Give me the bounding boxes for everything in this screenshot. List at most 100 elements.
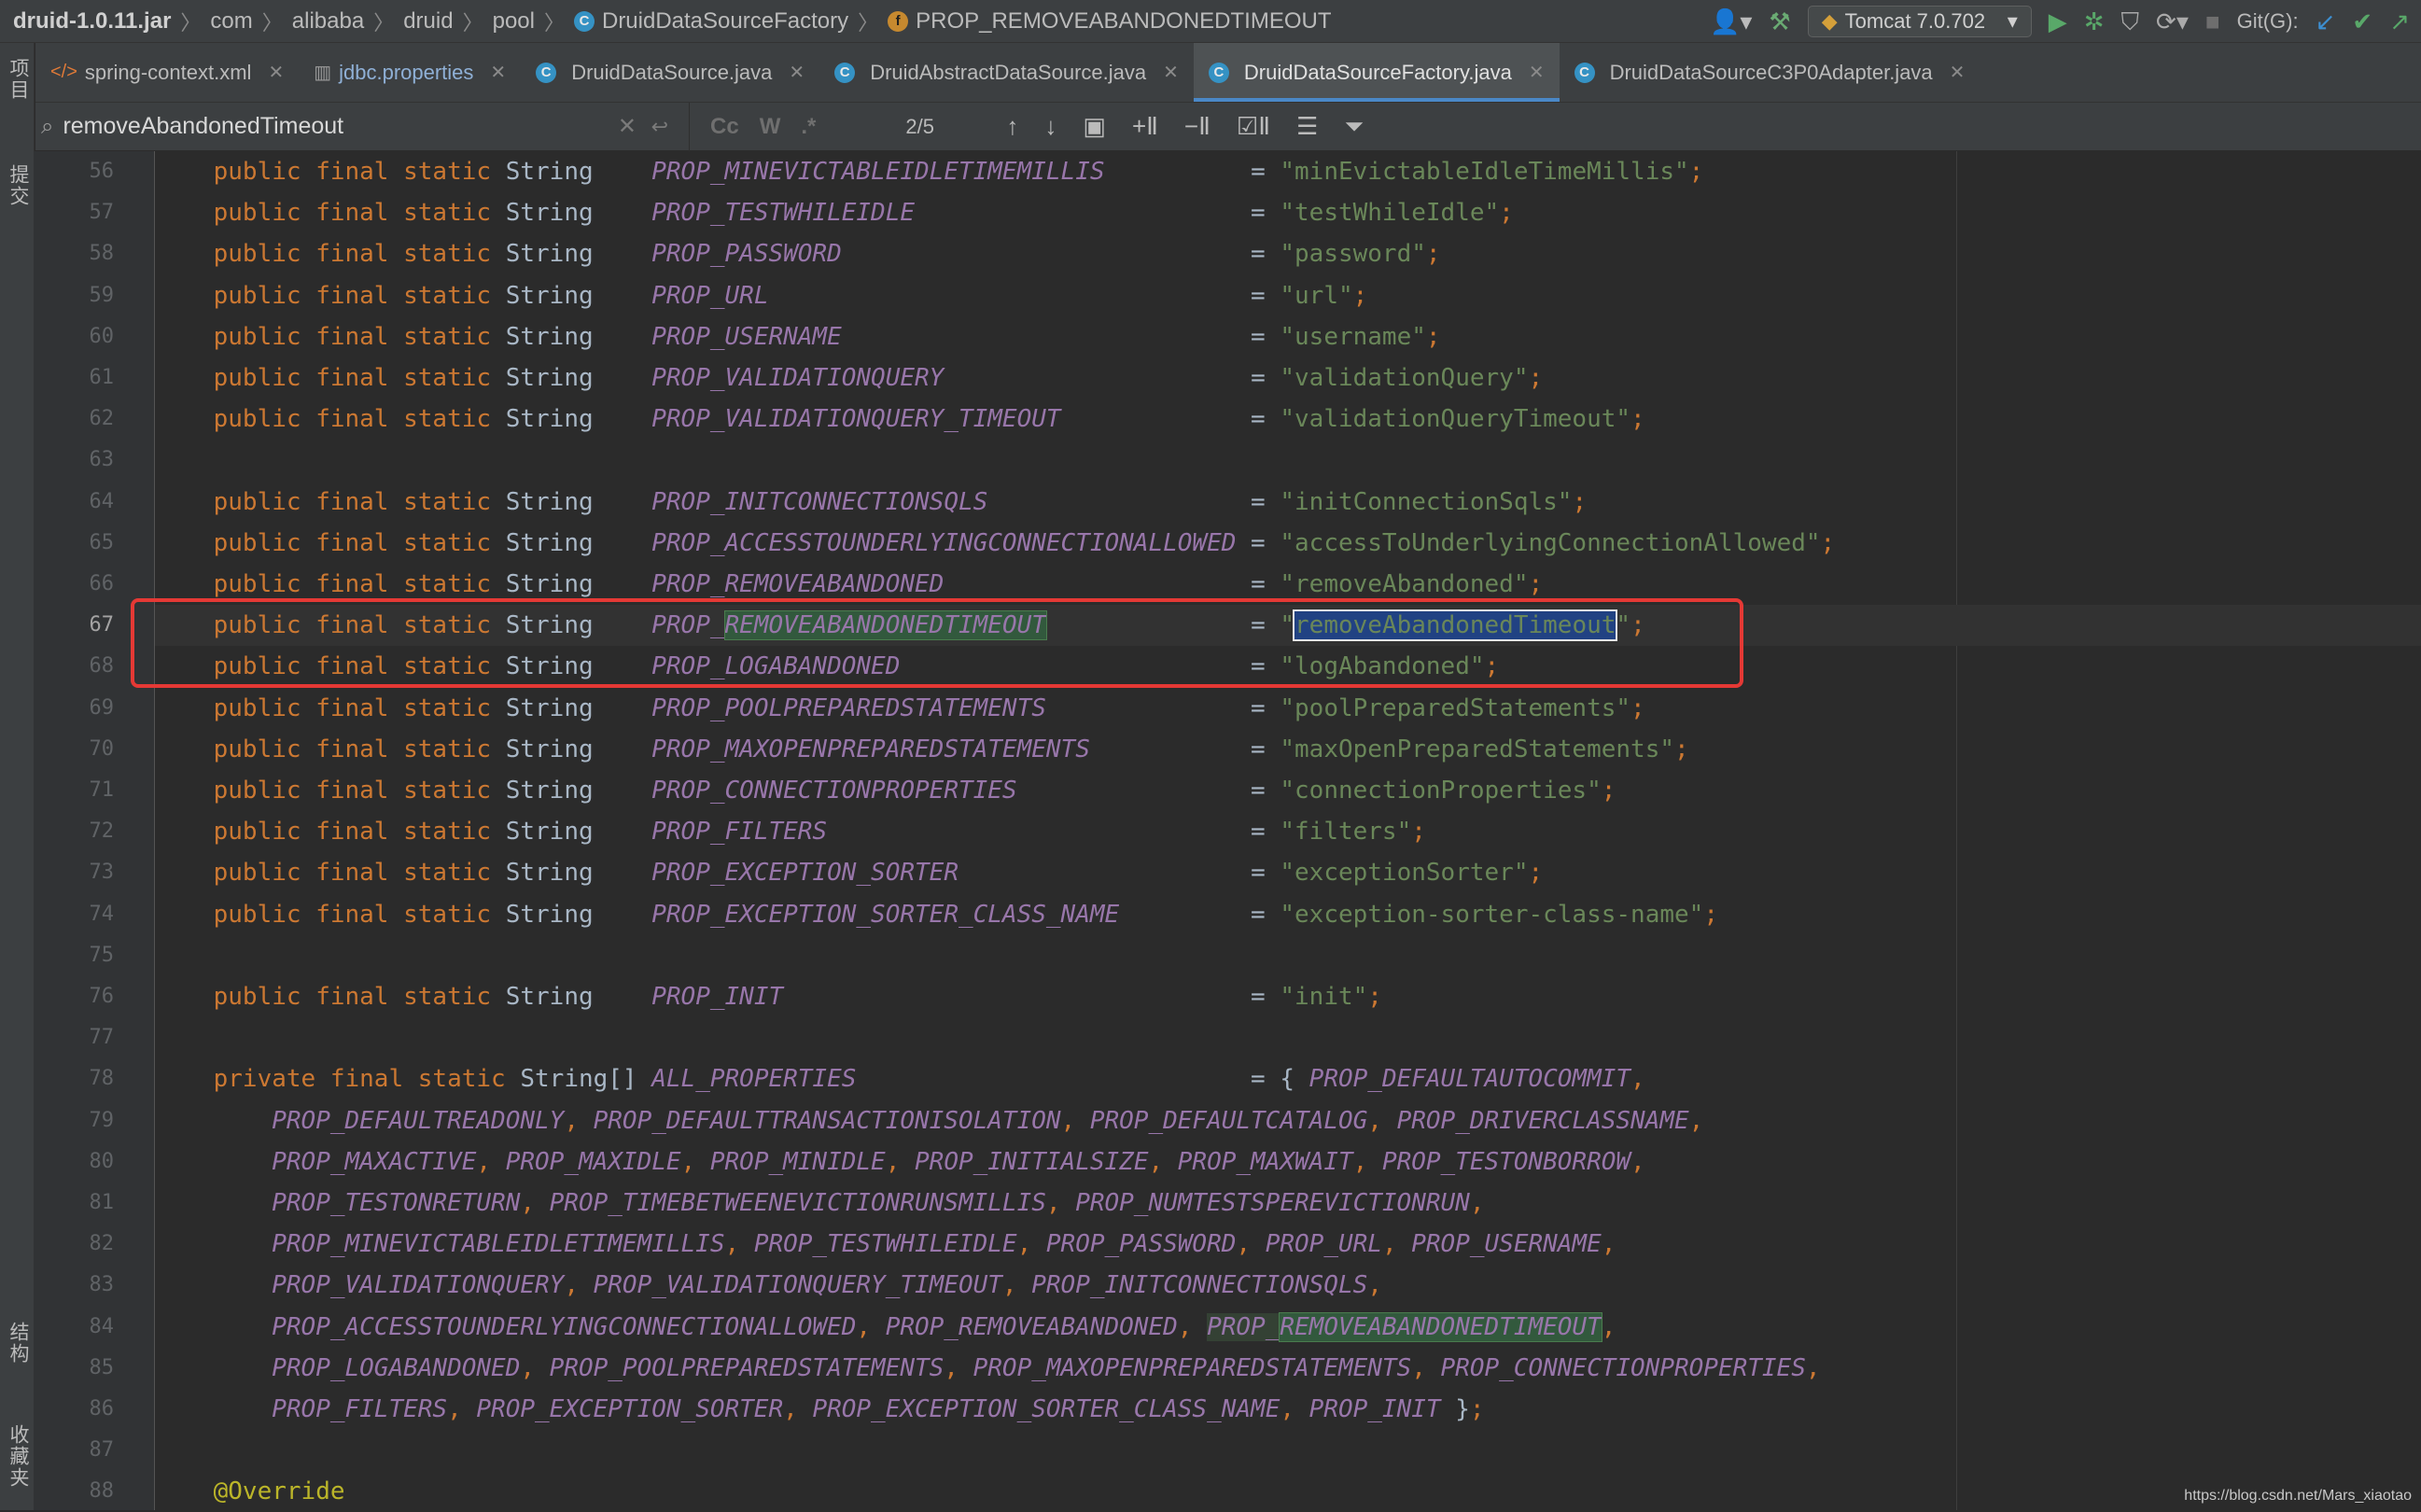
code-line[interactable]: public final static String PROP_URL = "u… (155, 275, 2421, 316)
close-icon[interactable]: ✕ (268, 61, 284, 84)
favorites-tool-label: 收藏夹 (7, 1424, 29, 1489)
build-hammer-icon[interactable]: ⚒ (1769, 0, 1790, 42)
code-line[interactable]: public final static String PROP_VALIDATI… (155, 357, 2421, 399)
chevron-down-icon: ▾ (2007, 9, 2018, 33)
code-line[interactable]: public final static String PROP_REMOVEAB… (155, 564, 2421, 605)
left-tool-strip: 项目 提交 结构 收藏夹 (0, 43, 35, 1510)
project-tool-label: 项目 (7, 58, 29, 101)
tab-jdbc-properties[interactable]: ▥ jdbc.properties ✕ (299, 43, 521, 102)
git-update-icon[interactable]: ↙ (2316, 0, 2336, 42)
line-number: 74 (89, 902, 115, 926)
project-tool-button[interactable]: 项目 (4, 58, 32, 101)
close-icon[interactable]: ✕ (789, 61, 805, 84)
close-icon[interactable]: ✕ (1529, 61, 1545, 84)
code-line[interactable]: public final static String PROP_TESTWHIL… (155, 192, 2421, 233)
code-line[interactable]: PROP_LOGABANDONED, PROP_POOLPREPAREDSTAT… (155, 1348, 2421, 1389)
line-number: 68 (89, 654, 115, 679)
whole-words-toggle[interactable]: W (760, 114, 781, 140)
code-line[interactable]: public final static String PROP_MAXOPENP… (155, 729, 2421, 770)
close-icon[interactable]: ✕ (490, 61, 506, 84)
history-icon[interactable]: ↩ (651, 115, 668, 139)
breadcrumb-com[interactable]: com (210, 8, 252, 35)
search-query[interactable]: removeAbandonedTimeout (63, 113, 343, 140)
stop-icon[interactable]: ■ (2205, 0, 2220, 42)
breadcrumb-pool[interactable]: pool (493, 8, 535, 35)
commit-tool-button[interactable]: 提交 (4, 164, 32, 207)
breadcrumb-field[interactable]: PROP_REMOVEABANDONEDTIMEOUT (916, 8, 1331, 35)
line-number-gutter: 56 57 58 59 60 61 62 63 64 65 66 67 68 69 70 71 72 73 74 75… (34, 151, 155, 1510)
previous-occurrence-icon[interactable]: ↑ (1006, 112, 1018, 141)
user-icon[interactable]: 👤▾ (1710, 0, 1752, 42)
code-line[interactable] (155, 935, 2421, 976)
breadcrumb-jar[interactable]: druid-1.0.11.jar (13, 8, 171, 35)
profile-icon[interactable]: ⟳▾ (2156, 0, 2189, 42)
line-number: 85 (89, 1355, 115, 1379)
code-line[interactable]: public final static String PROP_LOGABAND… (155, 646, 2421, 687)
run-icon[interactable]: ▶ (2049, 0, 2067, 42)
breadcrumb-druid[interactable]: druid (403, 8, 453, 35)
toolbar-right: 👤▾ ⚒ ◆ Tomcat 7.0.702 ▾ ▶ ✲ ⛉ ⟳▾ ■ Git(G… (1710, 0, 2421, 42)
code-line[interactable]: public final static String PROP_USERNAME… (155, 316, 2421, 357)
open-in-window-icon[interactable]: ☰ (1296, 112, 1318, 141)
close-icon[interactable]: ✕ (1950, 61, 1966, 84)
line-number: 87 (89, 1438, 115, 1463)
breadcrumb-alibaba[interactable]: alibaba (292, 8, 364, 35)
class-icon: C (1208, 62, 1229, 83)
code-line[interactable]: public final static String PROP_ACCESSTO… (155, 523, 2421, 564)
code-line[interactable]: public final static String PROP_POOLPREP… (155, 688, 2421, 729)
class-icon: C (834, 62, 856, 83)
code-line[interactable] (155, 1017, 2421, 1058)
editor-tabs: </> spring-context.xml ✕ ▥ jdbc.properti… (35, 43, 2421, 103)
code-line[interactable]: public final static String PROP_FILTERS … (155, 811, 2421, 852)
code-line[interactable]: PROP_MINEVICTABLEIDLETIMEMILLIS, PROP_TE… (155, 1224, 2421, 1265)
code-editor[interactable]: public final static String PROP_MINEVICT… (155, 151, 2421, 1510)
regex-toggle[interactable]: .* (801, 114, 816, 140)
tab-label: DruidAbstractDataSource.java (870, 60, 1147, 84)
code-line[interactable]: @Override (155, 1471, 2421, 1510)
code-line[interactable]: PROP_VALIDATIONQUERY, PROP_VALIDATIONQUE… (155, 1265, 2421, 1306)
code-line[interactable]: PROP_DEFAULTREADONLY, PROP_DEFAULTTRANSA… (155, 1100, 2421, 1141)
code-line[interactable]: PROP_FILTERS, PROP_EXCEPTION_SORTER, PRO… (155, 1389, 2421, 1430)
tab-druid-abstract-datasource[interactable]: C DruidAbstractDataSource.java ✕ (819, 43, 1194, 102)
add-occurrence-icon[interactable]: +Ⅱ (1132, 112, 1158, 141)
field-icon: f (888, 10, 909, 32)
close-icon[interactable]: ✕ (1163, 61, 1179, 84)
select-all-occurrences-icon[interactable]: ☑Ⅱ (1237, 112, 1270, 141)
debug-icon[interactable]: ✲ (2084, 0, 2105, 42)
coverage-icon[interactable]: ⛉ (2121, 0, 2140, 42)
tab-spring-context-xml[interactable]: </> spring-context.xml ✕ (35, 43, 299, 102)
search-input[interactable]: ⌕ removeAbandonedTimeout ✕ ↩ (35, 102, 690, 151)
tab-druid-datasource[interactable]: C DruidDataSource.java ✕ (521, 43, 819, 102)
code-line[interactable]: public final static String PROP_CONNECTI… (155, 770, 2421, 811)
code-line[interactable]: public final static String PROP_EXCEPTIO… (155, 894, 2421, 935)
watermark: https://blog.csdn.net/Mars_xiaotao (2184, 1488, 2412, 1504)
run-configuration-dropdown[interactable]: ◆ Tomcat 7.0.702 ▾ (1807, 6, 2032, 37)
code-line[interactable] (155, 440, 2421, 481)
code-line[interactable]: public final static String PROP_PASSWORD… (155, 233, 2421, 274)
structure-tool-button[interactable]: 结构 (4, 1322, 32, 1365)
code-line[interactable]: public final static String PROP_MINEVICT… (155, 151, 2421, 192)
breadcrumb-class[interactable]: DruidDataSourceFactory (602, 8, 848, 35)
tab-druid-c3p0-adapter[interactable]: C DruidDataSourceC3P0Adapter.java ✕ (1560, 43, 1980, 102)
next-occurrence-icon[interactable]: ↓ (1044, 112, 1057, 141)
favorites-tool-button[interactable]: 收藏夹 (4, 1424, 32, 1489)
code-line[interactable]: PROP_TESTONRETURN, PROP_TIMEBETWEENEVICT… (155, 1183, 2421, 1224)
git-push-icon[interactable]: ↗ (2389, 0, 2410, 42)
git-commit-icon[interactable]: ✔ (2352, 0, 2372, 42)
code-line[interactable]: private final static String[] ALL_PROPER… (155, 1058, 2421, 1099)
select-in-editor-icon[interactable]: ▣ (1083, 112, 1106, 141)
tab-label: spring-context.xml (84, 60, 252, 84)
code-line[interactable]: PROP_MAXACTIVE, PROP_MAXIDLE, PROP_MINID… (155, 1141, 2421, 1183)
code-line[interactable]: public final static String PROP_EXCEPTIO… (155, 852, 2421, 893)
match-case-toggle[interactable]: Cc (710, 114, 739, 140)
code-line[interactable]: public final static String PROP_REMOVEAB… (155, 605, 2421, 647)
code-line[interactable]: public final static String PROP_VALIDATI… (155, 399, 2421, 440)
code-line[interactable]: public final static String PROP_INITCONN… (155, 482, 2421, 523)
code-line[interactable]: PROP_ACCESSTOUNDERLYINGCONNECTIONALLOWED… (155, 1307, 2421, 1348)
code-line[interactable] (155, 1430, 2421, 1471)
remove-occurrence-icon[interactable]: −Ⅱ (1184, 112, 1210, 141)
code-line[interactable]: public final static String PROP_INIT = "… (155, 976, 2421, 1017)
clear-icon[interactable]: ✕ (618, 113, 637, 140)
tab-druid-datasource-factory[interactable]: C DruidDataSourceFactory.java ✕ (1193, 43, 1560, 102)
filter-icon[interactable]: ⏷ (1344, 112, 1364, 142)
